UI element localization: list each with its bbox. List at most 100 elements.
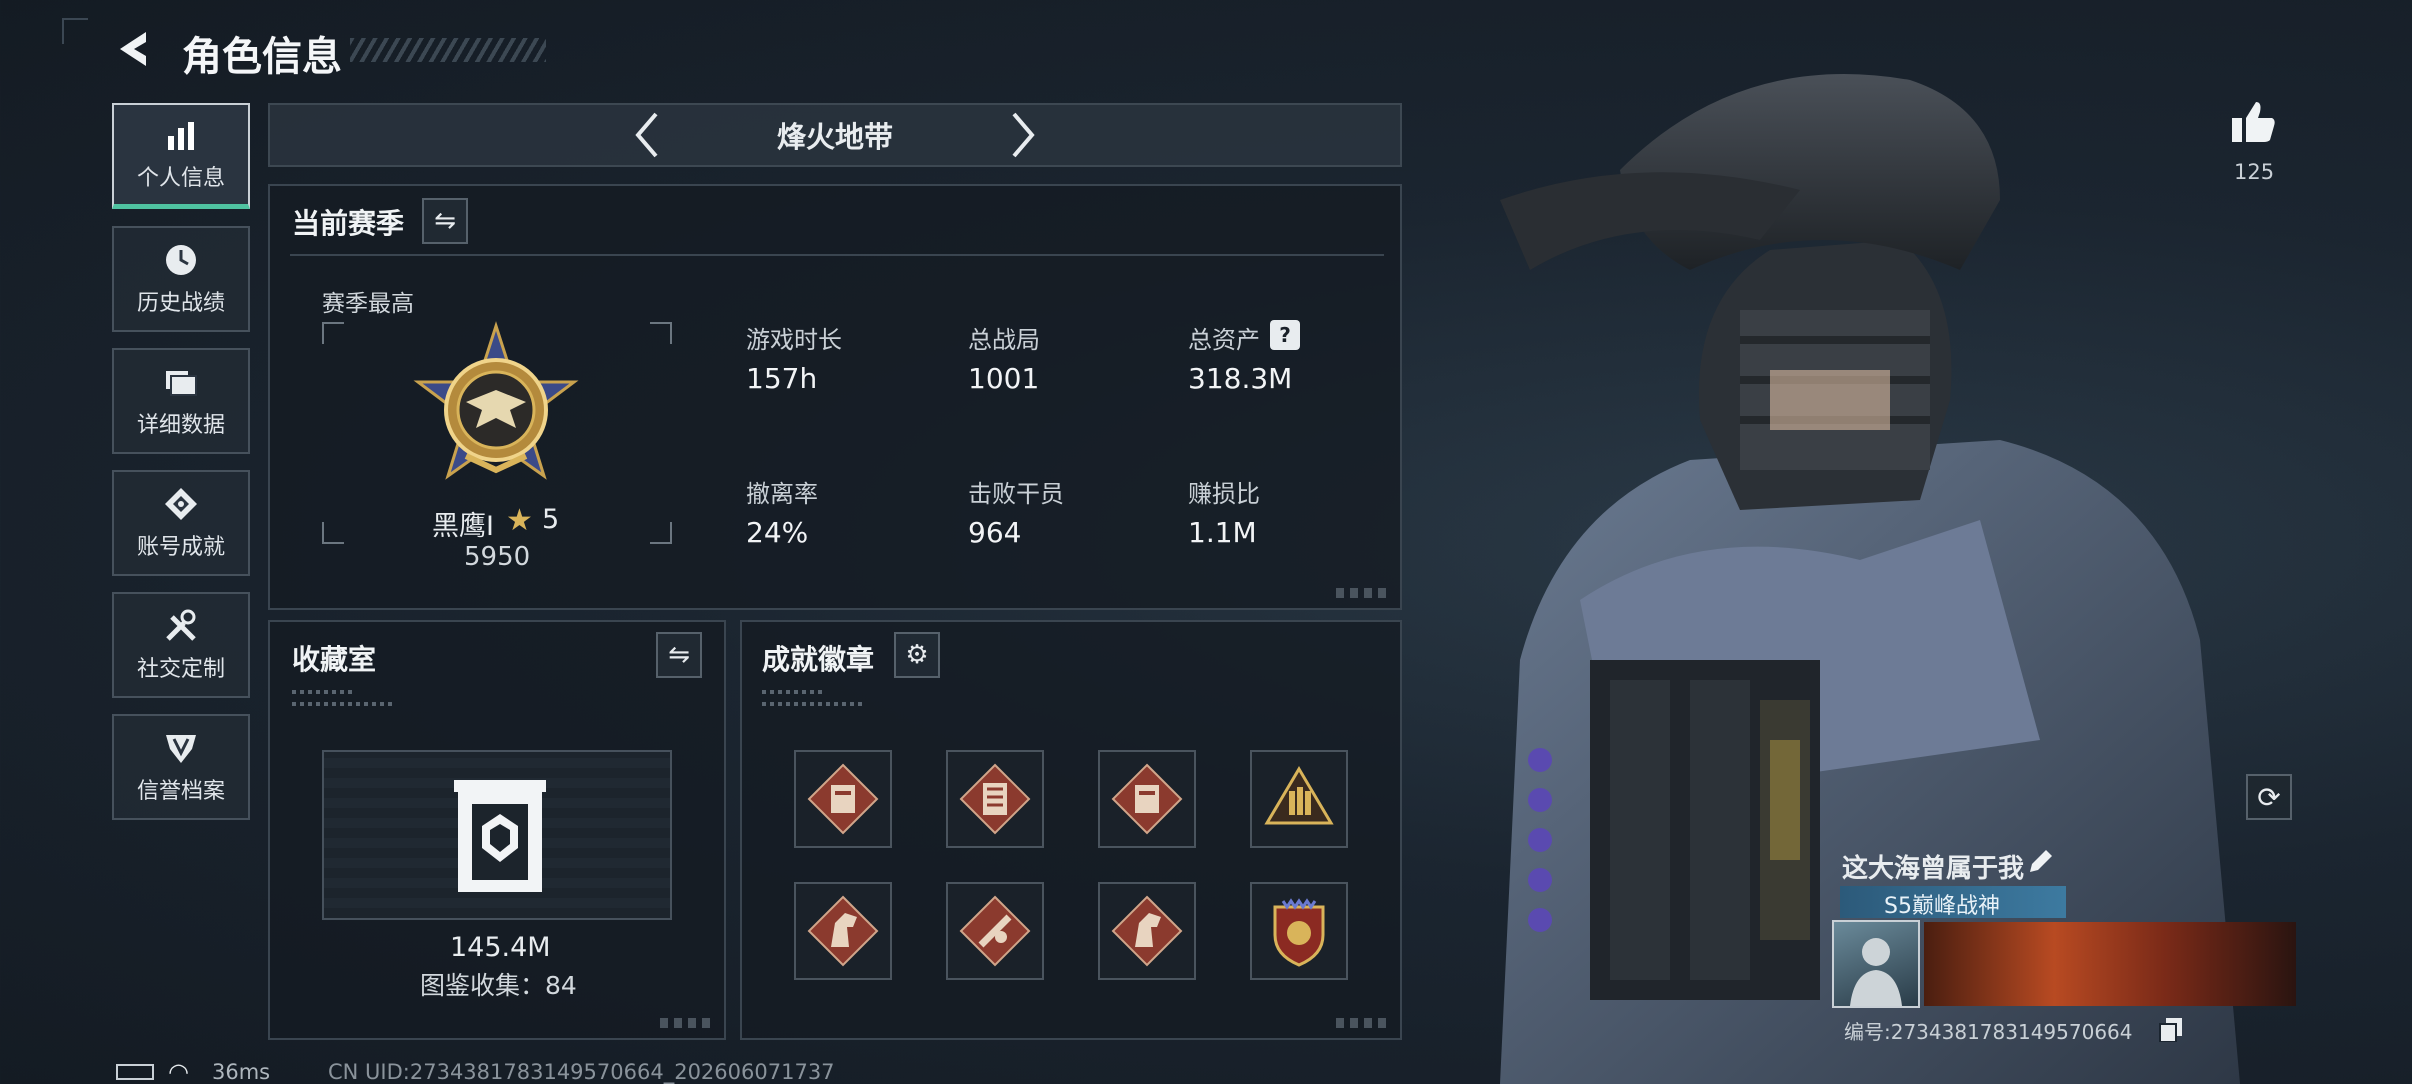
stat-value: 318.3M [1188,362,1293,395]
stat-value: 1001 [968,362,1040,395]
achievement-badge[interactable] [1098,750,1196,848]
achievement-badge[interactable] [794,750,892,848]
panel-deco [762,690,822,694]
title-badge: S5巅峰战神 [1884,894,2000,919]
profile-id: 编号:2734381783149570664 [1844,1020,2133,1044]
achievement-badge[interactable] [1250,750,1348,848]
sidebar-item-achievements[interactable]: 账号成就 [112,470,250,576]
vault-icon [452,778,548,896]
achievement-badge[interactable] [946,882,1044,980]
mode-title: 烽火地带 [776,120,893,154]
sidebar-item-label: 账号成就 [136,535,225,560]
reputation-icon [166,735,196,763]
loot-bag-icon [807,763,879,835]
pencil-icon [2030,850,2052,872]
frame-corner [322,522,344,544]
uid-label: CN UID:2734381783149570664_202606071737 [328,1060,835,1084]
stat-label: 赚损比 [1188,480,1260,508]
rotate-button[interactable]: ⟳ [2246,774,2292,820]
page-title: 角色信息 [182,34,342,80]
stat-label: 总战局 [968,326,1040,354]
season-title: 当前赛季 [292,207,405,240]
bar-chart-icon [168,121,194,150]
back-arrow-icon [120,32,146,66]
panel-deco [660,1018,714,1028]
sidebar-item-label: 历史战绩 [136,291,225,316]
panel-deco [292,690,352,694]
swap-icon: ⇋ [434,206,456,236]
copy-id-button[interactable] [2158,1016,2184,1043]
ammo-icon [1264,766,1334,825]
rank-emblem [406,320,586,500]
achievement-settings-button[interactable]: ⚙ [894,632,940,678]
achievement-badge[interactable] [946,750,1044,848]
horse-icon [807,895,879,967]
swap-icon: ⇋ [668,640,690,670]
wifi-icon: ◠ [168,1058,189,1084]
panel-deco [762,702,862,706]
battery-icon [116,1064,154,1080]
shield-crest-icon [1273,898,1325,967]
rank-name: 黑鹰I [432,511,494,542]
chevron-left-icon [635,112,658,158]
thumbs-up-icon [2232,102,2275,142]
sidebar-item-label: 信誉档案 [136,779,225,804]
divider [290,254,1384,256]
like-count: 125 [2234,160,2275,184]
frame-corner [650,322,672,344]
history-icon [166,245,196,275]
rank-star-icon: ★ [506,503,533,538]
folder-icon [166,371,197,396]
achievement-badge[interactable] [1098,882,1196,980]
back-button[interactable] [112,26,156,72]
stat-value: 157h [746,362,818,395]
stat-label: 总资产 [1188,326,1260,354]
panel-deco [292,702,392,706]
achievement-badge[interactable] [794,882,892,980]
frame-corner [62,18,88,44]
stat-label: 击败干员 [968,480,1064,508]
profile-banner [1924,922,2296,1006]
achievement-title: 成就徽章 [762,643,875,676]
sidebar-item-reputation[interactable]: 信誉档案 [112,714,250,820]
avatar[interactable] [1832,920,1920,1008]
edit-name-button[interactable] [2024,846,2056,878]
stat-value: 964 [968,516,1022,549]
like-button[interactable] [2228,96,2280,148]
sidebar-item-history[interactable]: 历史战绩 [112,226,250,332]
gear-icon: ⚙ [905,640,929,670]
loot-bag-icon [1111,763,1183,835]
stat-value: 24% [746,516,809,549]
sidebar-item-label: 详细数据 [136,413,225,438]
stat-value: 1.1M [1188,516,1257,549]
sidebar-item-label: 个人信息 [136,165,225,191]
horse-icon [1111,895,1183,967]
tools-icon [166,609,196,641]
rank-stars: 5 [542,504,560,535]
player-name: 这大海曾属于我 [1842,854,2025,884]
stat-label: 游戏时长 [746,326,842,354]
sidebar-item-personal-info[interactable]: 个人信息 [112,103,250,209]
armor-icon [959,763,1031,835]
mode-next-button[interactable] [1002,110,1042,160]
collection-value: 145.4M [450,932,551,963]
panel-deco [1336,1018,1390,1028]
mode-prev-button[interactable] [628,110,668,160]
season-best-label: 赛季最高 [322,291,414,317]
medkit-icon [959,895,1031,967]
achievement-icon [165,488,197,520]
sidebar-item-detailed-data[interactable]: 详细数据 [112,348,250,454]
frame-corner [650,522,672,544]
frame-corner [322,322,344,344]
collection-switch-button[interactable]: ⇋ [656,632,702,678]
help-icon[interactable]: ? [1270,320,1300,350]
rank-score: 5950 [464,542,531,572]
rotate-icon: ⟳ [2257,780,2281,814]
collection-title: 收藏室 [292,643,377,676]
season-switch-button[interactable]: ⇋ [422,198,468,244]
ping: 36ms [212,1060,271,1084]
stat-label: 撤离率 [746,480,818,508]
achievement-badge[interactable] [1250,882,1348,980]
panel-deco [1336,588,1390,598]
sidebar-item-social-custom[interactable]: 社交定制 [112,592,250,698]
